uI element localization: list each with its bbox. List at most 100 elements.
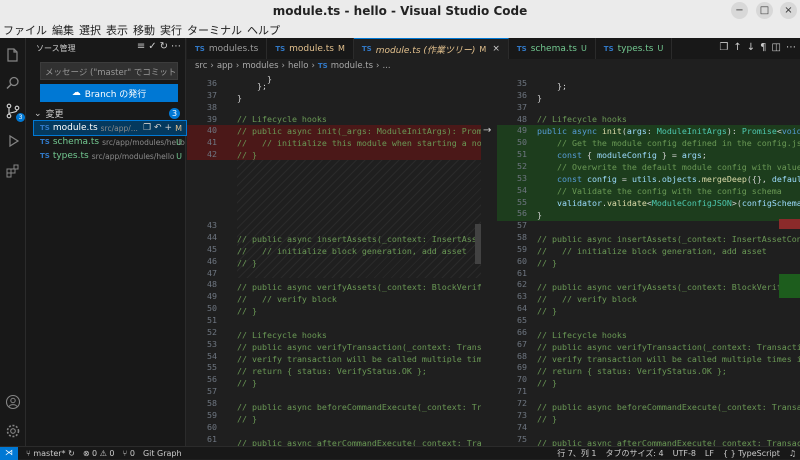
encoding[interactable]: UTF-8 xyxy=(673,449,696,458)
breadcrumb-item[interactable]: app xyxy=(217,61,233,71)
line-number: 52 xyxy=(207,326,217,337)
revert-arrow-icon[interactable]: → xyxy=(483,125,491,136)
breadcrumb-item[interactable]: ... xyxy=(382,61,390,71)
line-number: 42 xyxy=(207,149,217,160)
view-as-list-icon[interactable]: ≡ xyxy=(137,41,145,52)
tab-modules[interactable]: TS modules.ts xyxy=(187,38,268,59)
tab-size[interactable]: タブのサイズ: 4 xyxy=(606,448,664,459)
explorer-icon[interactable] xyxy=(4,46,22,64)
run-debug-icon[interactable] xyxy=(4,132,22,150)
line-number: 52 xyxy=(517,160,527,171)
split-editor-icon[interactable]: ◫ xyxy=(772,42,781,53)
changes-count-badge: 3 xyxy=(169,108,180,119)
language-mode[interactable]: { } TypeScript xyxy=(723,449,780,458)
line-number: 53 xyxy=(207,338,217,349)
line-number: 37 xyxy=(517,101,527,112)
commit-message-input[interactable]: メッセージ ("master" でコミット… xyxy=(40,62,178,80)
line-number: 41 xyxy=(207,137,217,148)
problems-indicator[interactable]: ⊗ 0 ⚠ 0 xyxy=(83,449,115,458)
end-of-line[interactable]: LF xyxy=(705,449,714,458)
tab-label: module.ts (作業ツリー) xyxy=(375,45,476,56)
git-graph-button[interactable]: Git Graph xyxy=(143,449,182,458)
line-number: 40 xyxy=(207,125,217,136)
menu-go[interactable]: 移動 xyxy=(130,22,157,38)
more-actions-icon[interactable]: ⋯ xyxy=(171,41,181,52)
changes-label: 変更 xyxy=(45,110,64,120)
line-number: 59 xyxy=(207,409,217,420)
menu-file[interactable]: ファイル xyxy=(0,22,49,38)
tab-module[interactable]: TS module.ts M xyxy=(267,38,354,59)
arrow-down-icon[interactable]: ↓ xyxy=(747,42,755,53)
line-number: 54 xyxy=(207,350,217,361)
file-path: src/app/modules/hello xyxy=(102,137,185,147)
refresh-icon[interactable]: ↻ xyxy=(160,41,168,52)
breadcrumb-item[interactable]: src xyxy=(195,61,207,71)
breadcrumb-item[interactable]: module.ts xyxy=(331,61,373,71)
tab-types[interactable]: TS types.ts U xyxy=(596,38,673,59)
maximize-button[interactable]: □ xyxy=(756,2,773,19)
commit-check-icon[interactable]: ✓ xyxy=(148,41,156,52)
minimize-button[interactable]: − xyxy=(731,2,748,19)
tab-badge: M xyxy=(479,44,487,54)
arrow-up-icon[interactable]: ↑ xyxy=(733,42,741,53)
menu-run[interactable]: 実行 xyxy=(157,22,184,38)
changed-file-item[interactable]: TS types.ts src/app/modules/hello U xyxy=(34,149,186,163)
more-actions-icon[interactable]: ⋯ xyxy=(786,42,796,53)
line-number: 70 xyxy=(517,374,527,385)
line-number: 55 xyxy=(517,196,527,207)
close-button[interactable]: × xyxy=(780,2,797,19)
breadcrumb-item[interactable]: hello xyxy=(288,61,309,71)
line-number: 64 xyxy=(517,303,527,314)
line-number: 46 xyxy=(207,255,217,266)
notifications-bell-icon[interactable]: ♫ xyxy=(789,449,796,458)
overview-ruler-mark xyxy=(779,274,800,298)
menu-bar: ファイル 編集 選択 表示 移動 実行 ターミナル ヘルプ xyxy=(0,22,800,38)
breadcrumb-item[interactable]: modules xyxy=(242,61,278,71)
chevron-right-icon: › xyxy=(210,61,214,71)
line-number: 69 xyxy=(517,362,527,373)
settings-gear-icon[interactable] xyxy=(4,422,22,440)
publish-branch-button[interactable]: ☁ Branch の発行 xyxy=(40,84,178,102)
tab-label: modules.ts xyxy=(208,43,259,54)
menu-edit[interactable]: 編集 xyxy=(49,22,76,38)
typescript-file-icon: TS xyxy=(603,44,614,53)
changed-file-item[interactable]: TS schema.ts src/app/modules/hello U xyxy=(34,135,186,149)
scrollbar[interactable] xyxy=(475,224,481,264)
tab-schema[interactable]: TS schema.ts U xyxy=(509,38,596,59)
file-status: U xyxy=(176,151,182,161)
account-icon[interactable] xyxy=(4,393,22,411)
line-number: 53 xyxy=(517,172,527,183)
tab-module-working-tree[interactable]: TS module.ts (作業ツリー) M × xyxy=(353,38,509,59)
line-number: 57 xyxy=(207,386,217,397)
menu-selection[interactable]: 選択 xyxy=(76,22,103,38)
changes-group[interactable]: ⌄ 変更 3 xyxy=(34,107,184,120)
typescript-file-icon: TS xyxy=(40,152,50,160)
tab-badge: U xyxy=(657,44,664,53)
menu-terminal[interactable]: ターミナル xyxy=(184,22,244,38)
file-actions[interactable]: ❐ ↶ + xyxy=(143,123,172,133)
activity-bar: 3 xyxy=(0,38,26,446)
open-file-icon[interactable]: ❐ xyxy=(719,42,728,53)
diff-modified-pane[interactable]: 35 36 37 48 49 50 51 52 53 54 55 56 57 58 59 60 61 62 63 64… xyxy=(497,74,800,446)
toggle-whitespace-icon[interactable]: ¶ xyxy=(760,42,766,53)
diff-original-pane[interactable]: 36 37 38 39 40 41 42 43 44 45 46 47 48 49 50 51 52 53 54 55… xyxy=(187,74,481,446)
extensions-icon[interactable] xyxy=(4,162,22,180)
changed-file-item[interactable]: TS module.ts src/app/... ❐ ↶ + M xyxy=(33,120,187,136)
search-icon[interactable] xyxy=(4,74,22,92)
remote-indicator-icon[interactable]: ⋊ xyxy=(0,446,18,460)
window-title: module.ts - hello - Visual Studio Code xyxy=(272,4,528,18)
branch-name: master* xyxy=(33,448,66,458)
cursor-position[interactable]: 行 7、列 1 xyxy=(557,448,596,459)
chevron-down-icon: ⌄ xyxy=(34,108,42,119)
tab-badge: M xyxy=(337,44,345,53)
menu-help[interactable]: ヘルプ xyxy=(244,22,282,38)
close-icon[interactable]: × xyxy=(492,44,500,54)
line-number: 66 xyxy=(517,326,527,337)
source-control-icon[interactable]: 3 xyxy=(4,102,25,122)
branch-indicator[interactable]: ⑂ master* ↻ xyxy=(26,449,75,458)
line-number: 38 xyxy=(207,101,217,112)
line-number: 50 xyxy=(517,137,527,148)
line-number: 47 xyxy=(207,267,217,278)
menu-view[interactable]: 表示 xyxy=(103,22,130,38)
ports-indicator[interactable]: ⑂ 0 xyxy=(123,449,135,458)
